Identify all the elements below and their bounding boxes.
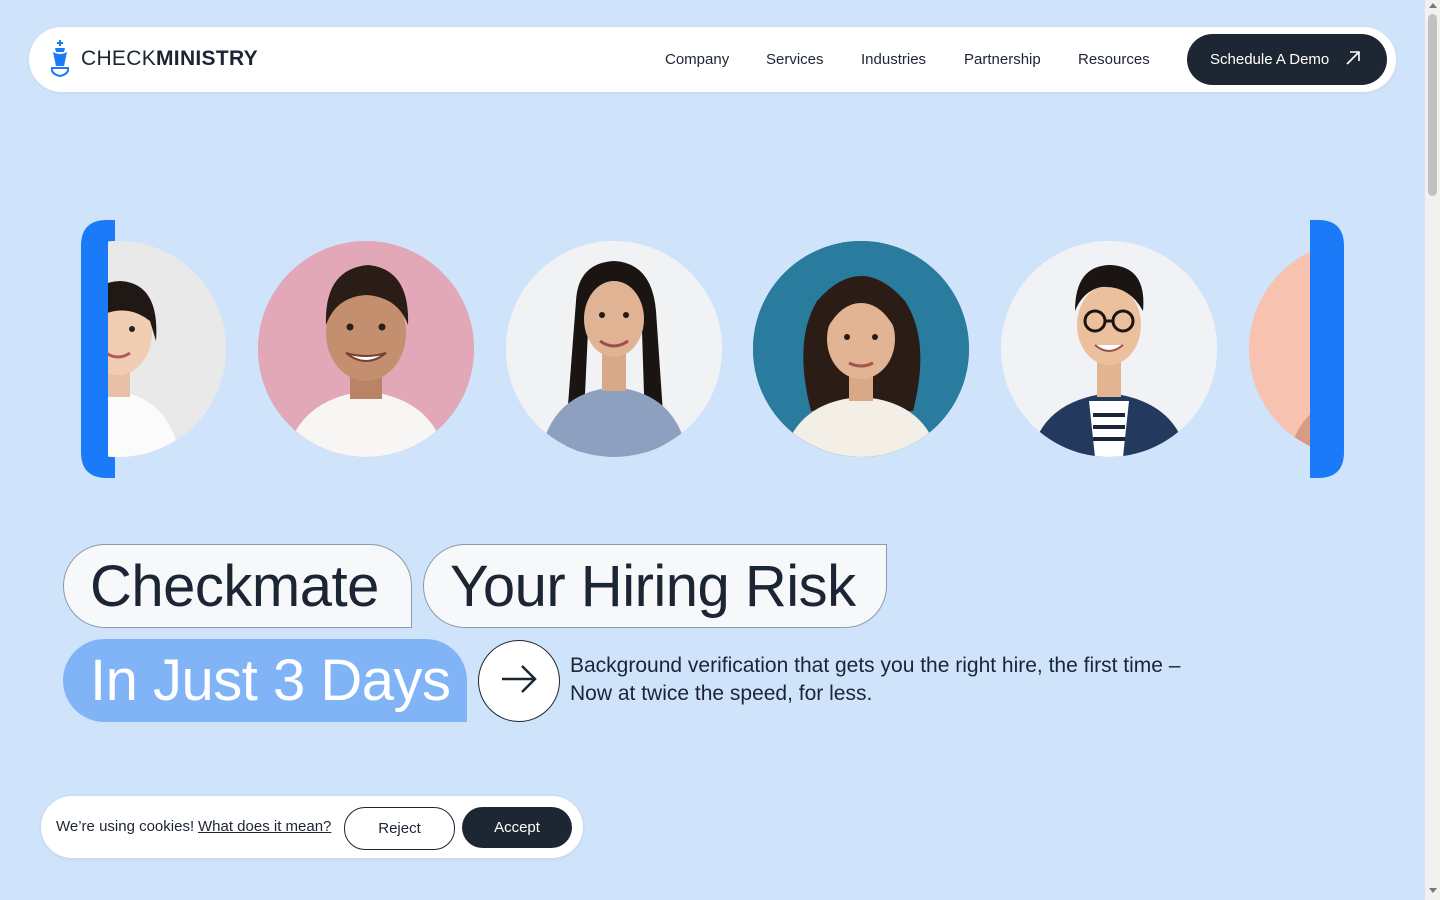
schedule-demo-button[interactable]: Schedule A Demo <box>1187 34 1387 85</box>
scroll-down-arrow-icon[interactable] <box>1429 888 1437 893</box>
carousel-bracket-right <box>1310 220 1344 478</box>
hero-line-1: Checkmate <box>90 553 379 619</box>
cookie-info-link[interactable]: What does it mean? <box>198 818 331 835</box>
brand-name-light: CHECK <box>81 47 157 70</box>
scroll-up-arrow-icon[interactable] <box>1429 3 1437 8</box>
hero-tagline-line-2: Now at twice the speed, for less. <box>570 682 873 705</box>
nav-resources[interactable]: Resources <box>1078 51 1150 68</box>
cookie-message: We’re using cookies! <box>56 818 195 835</box>
cookie-banner: We’re using cookies! What does it mean? … <box>41 796 583 858</box>
avatar-woman-white-shirt <box>108 241 226 457</box>
arrow-up-right-icon <box>1329 48 1363 72</box>
page-scrollbar[interactable] <box>1425 0 1440 900</box>
hero-line-2: Your Hiring Risk <box>450 553 856 619</box>
hero-headline-checkmate: Checkmate <box>63 544 412 628</box>
scrollbar-thumb[interactable] <box>1428 14 1437 196</box>
hero-tagline: Background verification that gets you th… <box>570 652 1270 708</box>
nav-industries[interactable]: Industries <box>861 51 926 68</box>
cookie-accept-button[interactable]: Accept <box>462 807 572 848</box>
hero-headline-hiring-risk: Your Hiring Risk <box>423 544 887 628</box>
avatar-peach-partial <box>1249 241 1316 457</box>
nav-services[interactable]: Services <box>766 51 824 68</box>
people-carousel[interactable] <box>108 220 1316 478</box>
nav-partnership[interactable]: Partnership <box>964 51 1041 68</box>
cookie-reject-button[interactable]: Reject <box>344 807 455 850</box>
hero-arrow-button[interactable] <box>478 640 560 722</box>
avatar-man-pink-background <box>258 241 474 457</box>
avatar-man-glasses <box>1001 241 1217 457</box>
avatar-woman-teal-background <box>753 241 969 457</box>
chess-king-icon <box>49 40 71 78</box>
brand-name-bold: MINISTRY <box>156 47 258 70</box>
avatar-woman-grey-shirt <box>506 241 722 457</box>
brand-logo[interactable]: CHECKMINISTRY <box>49 40 258 78</box>
hero-tagline-line-1: Background verification that gets you th… <box>570 654 1181 677</box>
nav-company[interactable]: Company <box>665 51 729 68</box>
hero-headline-3-days: In Just 3 Days <box>63 639 467 722</box>
top-navigation-bar: CHECKMINISTRY Company Services Industrie… <box>29 27 1396 92</box>
arrow-right-icon <box>500 664 538 699</box>
hero-line-3: In Just 3 Days <box>90 648 451 713</box>
schedule-demo-label: Schedule A Demo <box>1210 51 1330 68</box>
